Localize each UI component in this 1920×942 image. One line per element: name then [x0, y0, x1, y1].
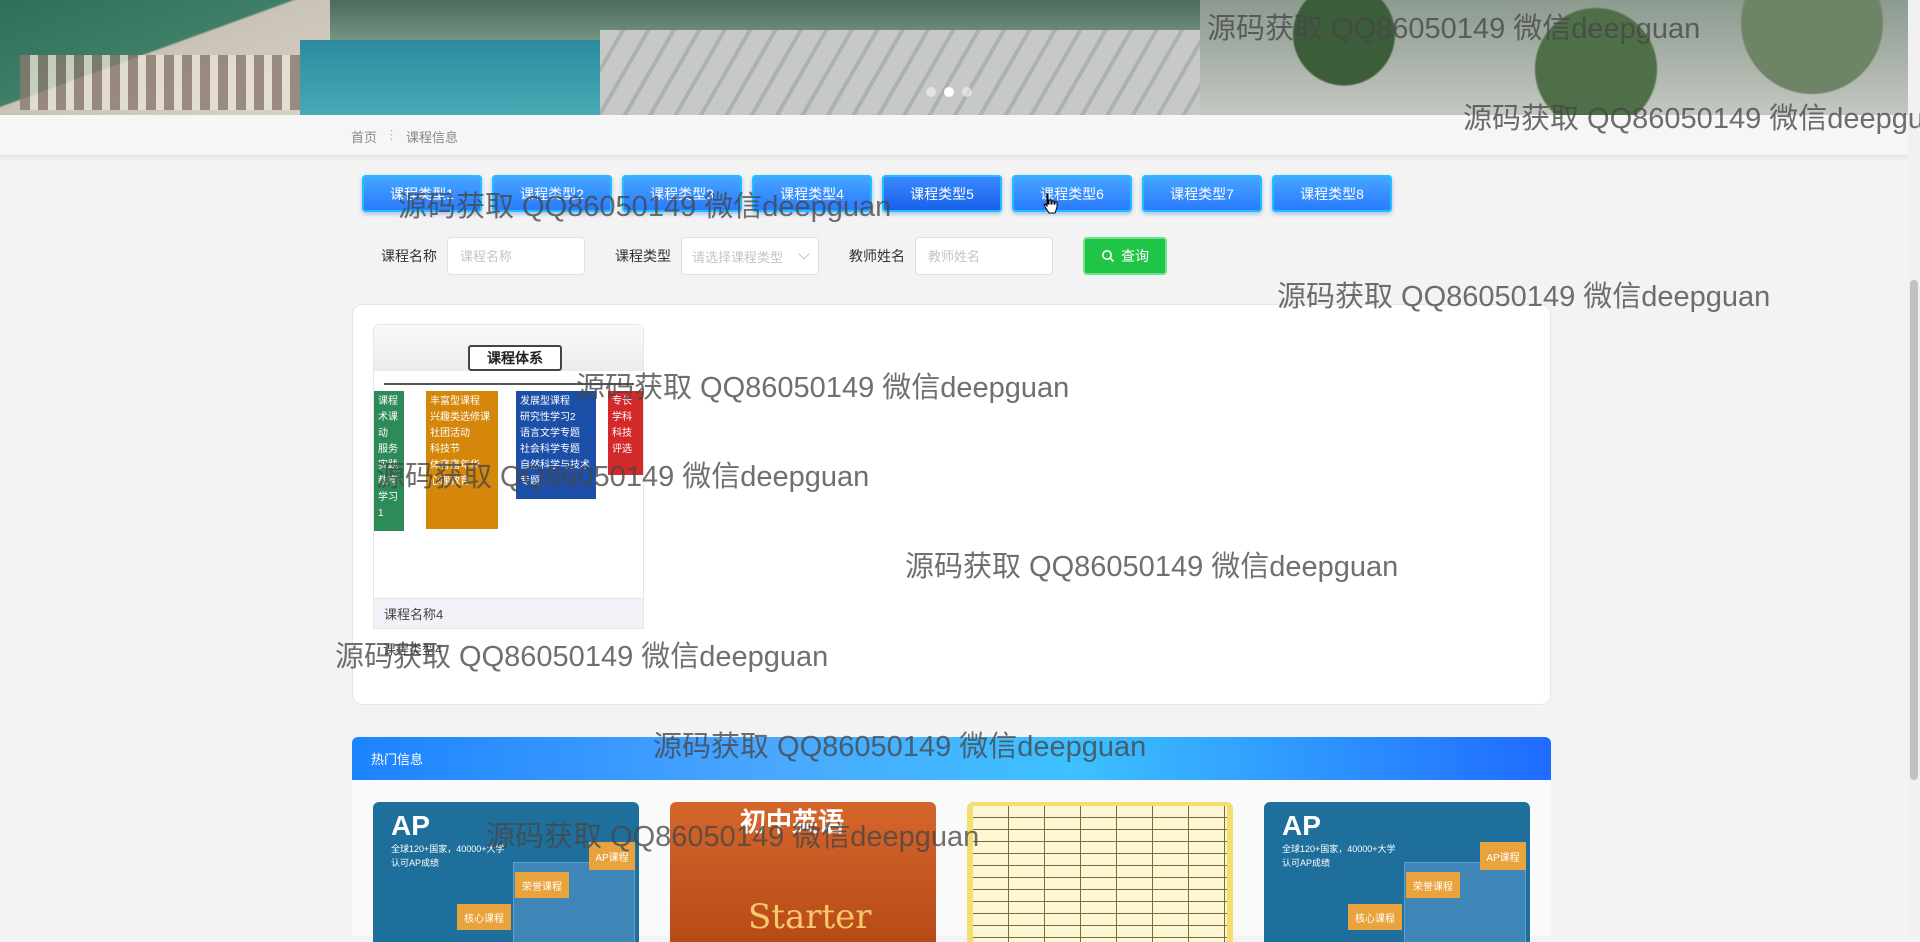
tab-course-type-7[interactable]: 课程类型7	[1142, 175, 1262, 212]
breadcrumb-current: 课程信息	[406, 130, 459, 145]
course-card[interactable]: 课程体系 课程 术课 动 服务 实践 教育 学习1 丰富型课程 兴趣类选修课 社…	[373, 324, 644, 658]
timetable-thumbnail	[973, 806, 1227, 942]
course-name-input[interactable]	[458, 247, 582, 265]
ap-block: 荣誉课程	[515, 872, 569, 898]
carousel-dot[interactable]	[962, 87, 972, 97]
scrollbar-thumb[interactable]	[1910, 280, 1918, 780]
banner-plaza	[600, 30, 1200, 115]
course-name-label: 课程名称	[381, 248, 437, 264]
course-image-divider	[384, 383, 634, 385]
tab-course-type-4[interactable]: 课程类型4	[752, 175, 872, 212]
carousel-dot[interactable]	[926, 87, 936, 97]
teacher-name-field	[915, 237, 1053, 275]
page-scrollbar[interactable]	[1908, 0, 1920, 936]
ap-block: AP课程	[1480, 842, 1526, 870]
course-card-name[interactable]: 课程名称4	[373, 599, 644, 629]
course-card-type: 课程类型4	[383, 642, 443, 657]
ap-block: AP课程	[589, 842, 635, 870]
course-type-placeholder: 请选择课程类型	[692, 249, 784, 265]
hot-item[interactable]	[967, 802, 1233, 942]
teacher-name-label: 教师姓名	[849, 248, 905, 264]
tab-course-type-6[interactable]: 课程类型6	[1012, 175, 1132, 212]
carousel-dot-active[interactable]	[944, 87, 954, 97]
search-form: 课程名称 课程类型 请选择课程类型 教师姓名 查询	[381, 236, 1167, 276]
query-button[interactable]: 查询	[1083, 237, 1167, 275]
breadcrumb-home[interactable]: 首页	[351, 127, 377, 146]
tab-course-type-8[interactable]: 课程类型8	[1272, 175, 1392, 212]
chevron-down-icon	[798, 248, 810, 260]
course-name-field	[447, 237, 585, 275]
tab-course-type-3[interactable]: 课程类型3	[622, 175, 742, 212]
ap-block: 核心课程	[1348, 904, 1402, 930]
hot-info-list: AP 全球120+国家，40000+大学 认可AP成绩 AP课程 荣誉课程 核心…	[352, 780, 1551, 942]
carousel-dots	[926, 87, 972, 97]
breadcrumb: 首页 ⋮ 课程信息	[351, 127, 458, 146]
banner-windows	[20, 55, 300, 110]
course-card-image[interactable]: 课程体系 课程 术课 动 服务 实践 教育 学习1 丰富型课程 兴趣类选修课 社…	[373, 324, 644, 599]
course-list-panel: 课程体系 课程 术课 动 服务 实践 教育 学习1 丰富型课程 兴趣类选修课 社…	[352, 304, 1551, 705]
hot-item[interactable]: AP 全球120+国家，40000+大学 认可AP成绩 AP课程 荣誉课程 核心…	[373, 802, 639, 942]
course-image-column-2: 丰富型课程 兴趣类选修课 社团活动 科技节 体育嘉年华 心理教育	[426, 391, 498, 529]
banner-trees	[1200, 0, 1920, 115]
tab-course-type-2[interactable]: 课程类型2	[492, 175, 612, 212]
hot-item[interactable]: 初中英语 Starter	[670, 802, 936, 942]
hot-info-header: 热门信息	[352, 737, 1551, 780]
hot-item-word: Starter	[748, 897, 872, 937]
teacher-name-input[interactable]	[926, 247, 1050, 265]
query-button-label: 查询	[1121, 248, 1149, 264]
course-type-tabs: 课程类型1 课程类型2 课程类型3 课程类型4 课程类型5 课程类型6 课程类型…	[362, 175, 1392, 212]
tab-course-type-5[interactable]: 课程类型5	[882, 175, 1002, 212]
banner-carousel	[0, 0, 1920, 115]
breadcrumb-separator: ⋮	[385, 127, 399, 142]
course-image-column-4: 专长 学科 科技 评选	[608, 391, 643, 475]
course-image-title: 课程体系	[468, 345, 562, 371]
hot-info-title: 热门信息	[371, 752, 424, 767]
pointer-cursor-icon	[1043, 193, 1059, 221]
hot-item-title: AP	[391, 810, 430, 841]
tab-course-type-1[interactable]: 课程类型1	[362, 175, 482, 212]
ap-block: 荣誉课程	[1406, 872, 1460, 898]
ap-block: 核心课程	[457, 904, 511, 930]
course-type-select[interactable]: 请选择课程类型	[681, 237, 819, 275]
course-image-column-1: 课程 术课 动 服务 实践 教育 学习1	[374, 391, 404, 531]
hot-item[interactable]: AP 全球120+国家，40000+大学 认可AP成绩 AP课程 荣誉课程 核心…	[1264, 802, 1530, 942]
hot-item-title: 初中英语	[740, 807, 845, 837]
breadcrumb-bar: 首页 ⋮ 课程信息	[0, 115, 1920, 156]
hot-item-title: AP	[1282, 810, 1321, 841]
course-image-column-3: 发展型课程 研究性学习2 语言文学专题 社会科学专题 自然科学与技术专题	[516, 391, 596, 499]
course-type-label: 课程类型	[615, 248, 671, 264]
search-icon	[1102, 250, 1115, 263]
